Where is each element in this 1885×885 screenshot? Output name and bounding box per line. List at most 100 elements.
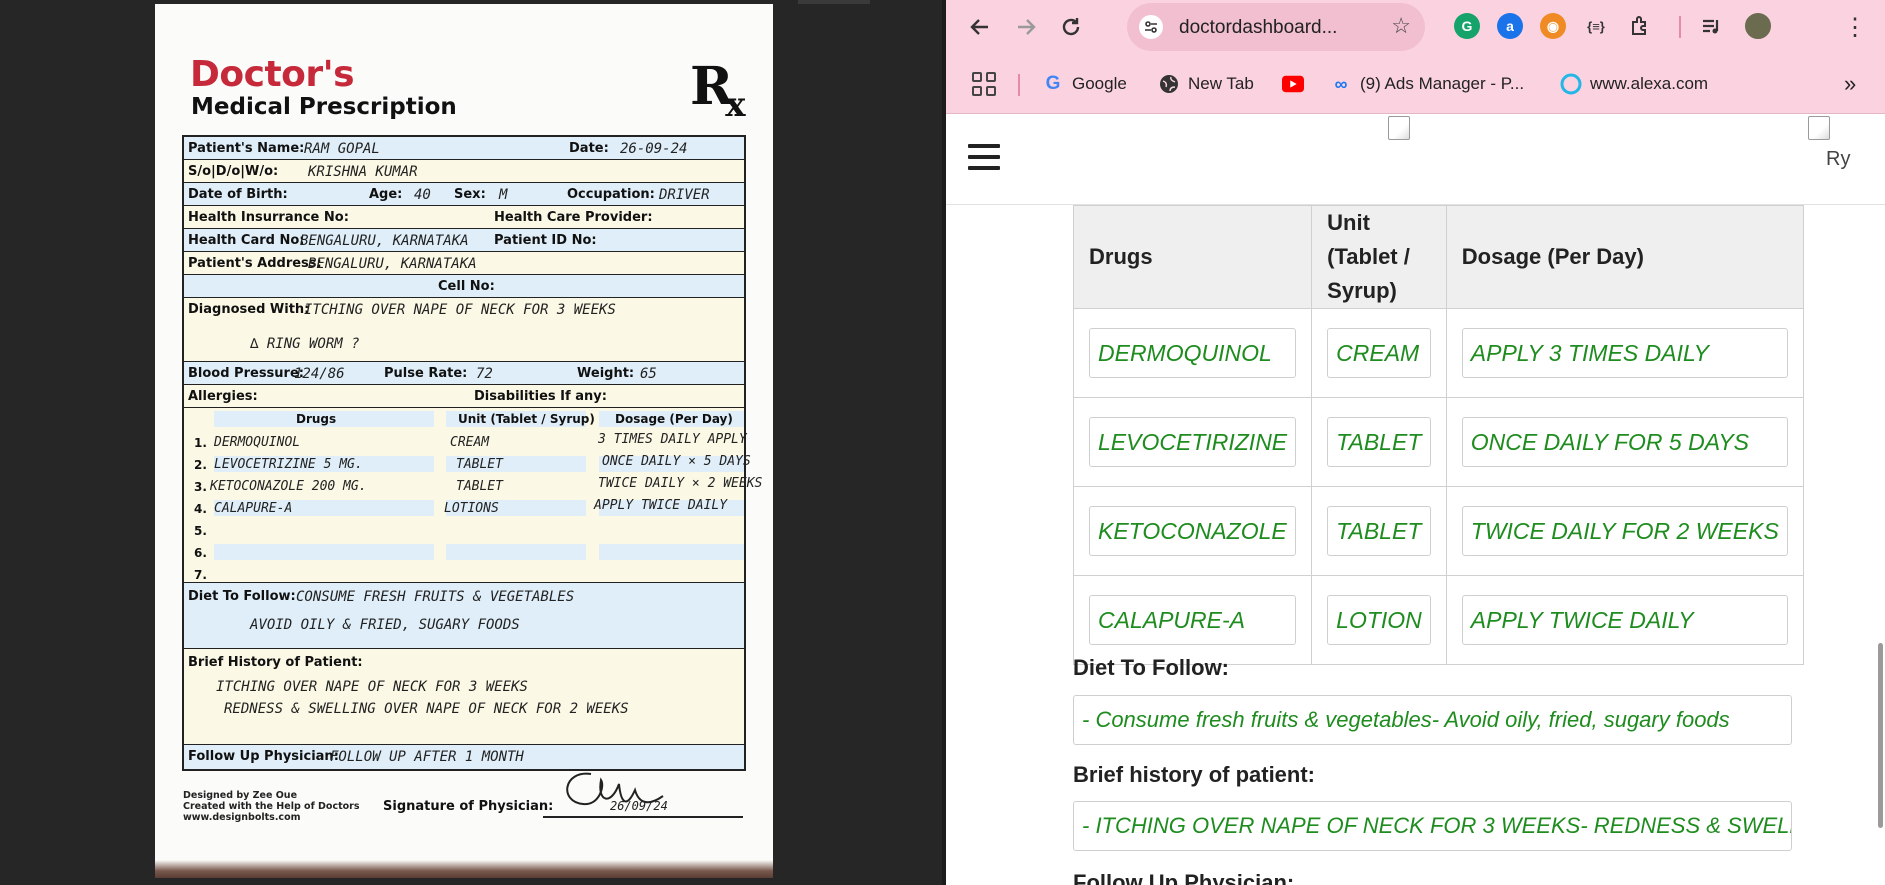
forward-arrow-icon[interactable]: [1010, 11, 1042, 43]
table-cell: LEVOCETIRIZINE: [1072, 397, 1313, 487]
bookmark-new-tab[interactable]: New Tab: [1158, 70, 1254, 98]
viewer-top-strip: [798, 0, 870, 4]
value-diagnosed-1: ITCHING OVER NAPE OF NECK FOR 3 WEEKS: [304, 302, 616, 318]
chrome-menu-icon[interactable]: ⋮: [1839, 11, 1871, 43]
json-formatter-icon[interactable]: {≡}: [1583, 13, 1609, 39]
grammarly-icon[interactable]: G: [1454, 13, 1480, 39]
value-followup: FOLLOW UP AFTER 1 MONTH: [330, 749, 524, 765]
unit-input[interactable]: LOTION: [1327, 595, 1431, 645]
history-input[interactable]: - ITCHING OVER NAPE OF NECK FOR 3 WEEKS-…: [1073, 801, 1792, 851]
reload-icon[interactable]: [1055, 11, 1087, 43]
label-dob: Date of Birth:: [188, 187, 288, 202]
row-number: 6.: [194, 546, 207, 560]
broken-image-icon: [1808, 116, 1830, 140]
grid-stripe: [214, 544, 434, 560]
drug-dosage: 3 TIMES DAILY APPLY: [598, 432, 747, 447]
label-health-card: Health Card No:: [188, 233, 305, 248]
row-allergies: Allergies: Disabilities If any:: [184, 385, 744, 408]
label-sex: Sex:: [454, 187, 486, 202]
signature-line: [543, 816, 743, 818]
site-info-icon[interactable]: [1139, 15, 1163, 39]
bookmark-label: www.alexa.com: [1590, 74, 1709, 93]
paper-bottom-edge: [155, 860, 773, 878]
label-bp: Blood Pressure:: [188, 366, 304, 381]
page-scrollbar[interactable]: [1878, 643, 1883, 828]
label-weight: Weight:: [577, 366, 635, 381]
hamburger-menu-icon[interactable]: [968, 144, 1000, 170]
value-occupation: DRIVER: [659, 187, 710, 203]
followup-label: Follow Up Physician:: [1073, 870, 1295, 885]
table-cell: CALAPURE-A: [1072, 575, 1313, 665]
bookmark-star-icon[interactable]: ☆: [1391, 13, 1411, 39]
dosage-input[interactable]: ONCE DAILY FOR 5 DAYS: [1461, 417, 1788, 467]
label-age: Age:: [369, 187, 403, 202]
drug-name: CALAPURE-A: [214, 501, 293, 516]
bookmarks-divider: [1018, 74, 1020, 96]
url-text[interactable]: doctordashboard...: [1179, 17, 1337, 39]
table-row: KETOCONAZOLE TABLET TWICE DAILY FOR 2 WE…: [1072, 486, 1804, 576]
bookmark-google[interactable]: G Google: [1042, 70, 1127, 98]
dosage-input[interactable]: TWICE DAILY FOR 2 WEEKS: [1461, 506, 1788, 556]
bookmark-youtube[interactable]: [1282, 70, 1312, 98]
bookmark-ads-manager[interactable]: ∞ (9) Ads Manager - P...: [1330, 70, 1525, 98]
label-history: Brief History of Patient:: [188, 655, 363, 670]
label-followup: Follow Up Physician:: [188, 749, 339, 764]
unit-input[interactable]: TABLET: [1327, 417, 1431, 467]
dosage-input[interactable]: APPLY TWICE DAILY: [1461, 595, 1788, 645]
label-diet: Diet To Follow:: [188, 589, 296, 604]
extension-robot-icon[interactable]: ◉: [1540, 13, 1566, 39]
table-row: DERMOQUINOL CREAM APPLY 3 TIMES DAILY: [1072, 308, 1804, 398]
drug-col-drugs: Drugs: [296, 412, 337, 426]
extension-a-icon[interactable]: a: [1497, 13, 1523, 39]
signature-date: 26/09/24: [610, 799, 668, 813]
label-address: Patient's Address:: [188, 256, 322, 271]
dashboard-content: Drugs Unit (Tablet / Syrup) Dosage (Per …: [1022, 205, 1848, 885]
media-control-icon[interactable]: [1698, 13, 1724, 39]
address-bar[interactable]: doctordashboard... ☆: [1127, 3, 1425, 51]
value-sex: M: [499, 187, 508, 203]
table-row: CALAPURE-A LOTION APPLY TWICE DAILY: [1072, 575, 1804, 665]
table-cell: APPLY 3 TIMES DAILY: [1445, 308, 1804, 398]
bookmarks-bar: G Google New Tab ∞ (9) Ads Manager - P..…: [946, 54, 1885, 114]
table-row: LEVOCETIRIZINE TABLET ONCE DAILY FOR 5 D…: [1072, 397, 1804, 487]
broken-logo-icon: [1388, 116, 1410, 140]
broken-image-alt-text: Ry: [1826, 148, 1851, 170]
drug-dosage: APPLY TWICE DAILY: [594, 498, 728, 513]
more-bookmarks-icon[interactable]: »: [1844, 70, 1856, 98]
alexa-icon: [1560, 73, 1582, 95]
extensions-puzzle-icon[interactable]: [1627, 13, 1653, 39]
drug-grid: Drugs Unit (Tablet / Syrup) Dosage (Per …: [184, 408, 762, 583]
value-relation: KRISHNA KUMAR: [308, 164, 418, 180]
row-number: 7.: [194, 568, 207, 582]
drug-dosage: ONCE DAILY × 5 DAYS: [602, 454, 751, 469]
row-address: Patient's Address: BENGALURU, KARNATAKA: [184, 252, 744, 275]
header-dosage: Dosage (Per Day): [1445, 205, 1804, 309]
drug-input[interactable]: CALAPURE-A: [1089, 595, 1297, 645]
unit-input[interactable]: TABLET: [1327, 506, 1431, 556]
header-unit: Unit (Tablet / Syrup): [1311, 205, 1447, 309]
bookmark-alexa[interactable]: www.alexa.com: [1560, 70, 1708, 98]
drug-input[interactable]: LEVOCETIRIZINE: [1089, 417, 1297, 467]
diet-input[interactable]: - Consume fresh fruits & vegetables- Avo…: [1073, 695, 1792, 745]
row-number: 2.: [194, 458, 207, 472]
bookmark-label: New Tab: [1188, 74, 1254, 93]
drug-input[interactable]: DERMOQUINOL: [1089, 328, 1297, 378]
back-arrow-icon[interactable]: [964, 11, 996, 43]
label-diagnosed: Diagnosed With:: [188, 302, 310, 317]
row-health-card: Health Card No: BENGALURU, KARNATAKA Pat…: [184, 229, 744, 252]
unit-input[interactable]: CREAM: [1327, 328, 1431, 378]
table-cell: LOTION: [1311, 575, 1447, 665]
dosage-input[interactable]: APPLY 3 TIMES DAILY: [1461, 328, 1788, 378]
meta-icon: ∞: [1334, 73, 1348, 94]
value-patient-name: RAM GOPAL: [304, 141, 380, 157]
bookmark-label: (9) Ads Manager - P...: [1360, 74, 1525, 93]
profile-avatar[interactable]: [1743, 11, 1773, 41]
apps-grid-icon[interactable]: [972, 72, 996, 96]
credit-line: Created with the Help of Doctors: [183, 801, 360, 812]
drug-input[interactable]: KETOCONAZOLE: [1089, 506, 1297, 556]
drug-unit: TABLET: [456, 457, 503, 472]
drug-col-unit: Unit (Tablet / Syrup): [458, 412, 595, 426]
drug-dosage: TWICE DAILY × 2 WEEKS: [598, 476, 763, 491]
prescription-paper: Doctor's Medical Prescription Rx Patient…: [155, 4, 773, 878]
row-relation: S/o|D/o|W/o: KRISHNA KUMAR: [184, 160, 744, 183]
